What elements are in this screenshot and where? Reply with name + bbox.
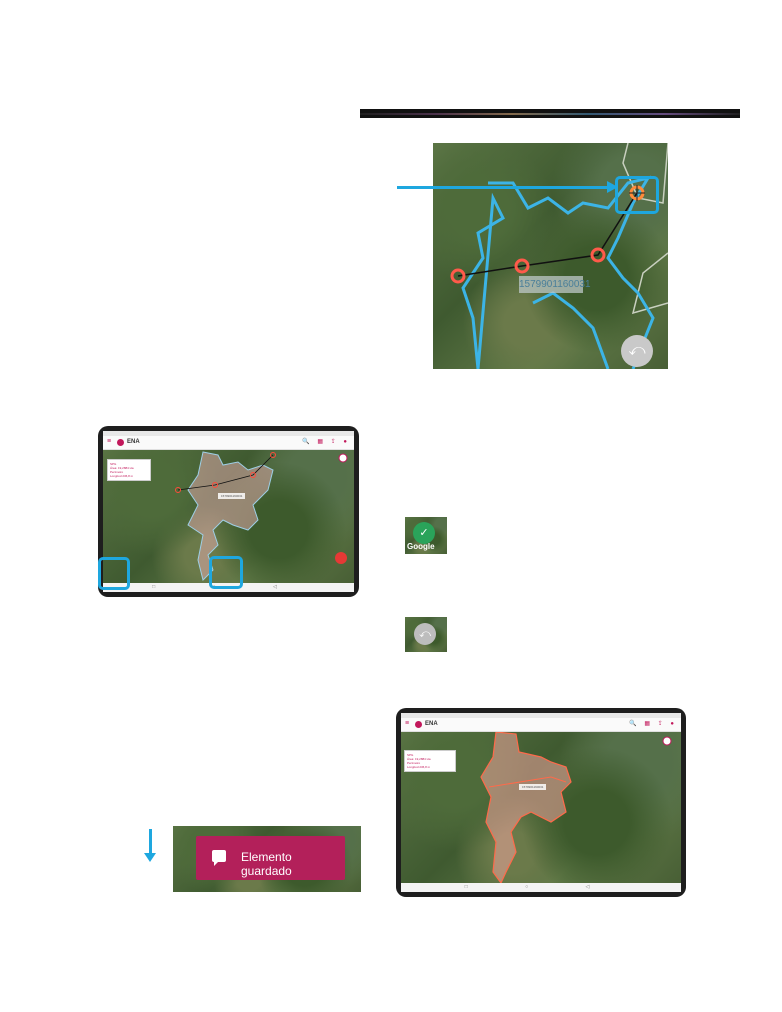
map-chip: 1579901160031 — [218, 493, 246, 499]
undo-button[interactable]: ⤺ — [621, 335, 653, 367]
message-icon — [212, 850, 226, 866]
undo-button-detail: ⤺ — [405, 617, 447, 652]
map-chip: 1579901160031 — [519, 784, 547, 790]
toolbar-icons[interactable]: 🔍 ▦ ⇪ ● — [302, 438, 350, 445]
app-logo — [415, 721, 422, 728]
info-line: Longitud 236,8 m — [110, 474, 134, 478]
app-logo — [117, 439, 124, 446]
map-view[interactable]: SPG Área: 19,2884 Ha Perímetro Longitud … — [401, 732, 681, 883]
snackbar-message: Elemento guardado — [241, 850, 292, 878]
confirm-highlight — [98, 557, 130, 590]
snackbar-preview: Elemento guardado — [173, 826, 361, 892]
undo-button[interactable]: ⤺ — [414, 623, 436, 645]
tablet-frame-drawing: ≡ ENA 🔍 ▦ ⇪ ● SPG Área: 19,2884 Ha Perím… — [98, 426, 359, 597]
confirm-button-detail: ✓ Google — [405, 517, 447, 554]
info-line: Longitud 236,8 m — [407, 765, 431, 769]
callout-arrow — [397, 186, 609, 189]
snackbar-arrow-head — [144, 853, 156, 862]
tablet-frame-saved: ≡ ENA 🔍 ▦ ⇪ ● SPG Área: 19,2884 Ha Perím… — [396, 708, 686, 897]
confirm-button[interactable]: ✓ — [413, 522, 435, 544]
snackbar: Elemento guardado — [196, 836, 345, 880]
adjacent-parcel-outline — [631, 252, 668, 315]
app-bar: ≡ ENA 🔍 ▦ ⇪ ● — [103, 436, 354, 450]
parcel-id-label: 1579901160031 — [519, 276, 591, 293]
menu-icon[interactable]: ≡ — [107, 438, 111, 445]
app-title: ENA — [425, 721, 438, 727]
toolbar-icons[interactable]: 🔍 ▦ ⇪ ● — [629, 720, 677, 727]
undo-highlight — [209, 556, 243, 589]
parcel-info-card: SPG Área: 19,2884 Ha Perímetro Longitud … — [404, 750, 456, 772]
snackbar-arrow — [149, 829, 152, 855]
active-vertex-highlight — [615, 176, 659, 214]
parcel-info-card: SPG Área: 19,2884 Ha Perímetro Longitud … — [107, 459, 151, 481]
app-title: ENA — [127, 439, 140, 445]
undo-icon: ⤺ — [419, 628, 431, 640]
parcel-boundary-inner — [532, 291, 610, 369]
menu-icon[interactable]: ≡ — [405, 720, 409, 727]
check-icon: ✓ — [419, 527, 429, 539]
close-fab — [335, 552, 347, 564]
tablet-screen: ≡ ENA 🔍 ▦ ⇪ ● SPG Área: 19,2884 Ha Perím… — [401, 713, 681, 892]
app-bar: ≡ ENA 🔍 ▦ ⇪ ● — [401, 718, 681, 732]
android-nav-bar[interactable]: □ ○ ◁ — [401, 883, 681, 892]
header-divider-bar — [360, 109, 740, 118]
google-watermark: Google — [407, 542, 435, 551]
